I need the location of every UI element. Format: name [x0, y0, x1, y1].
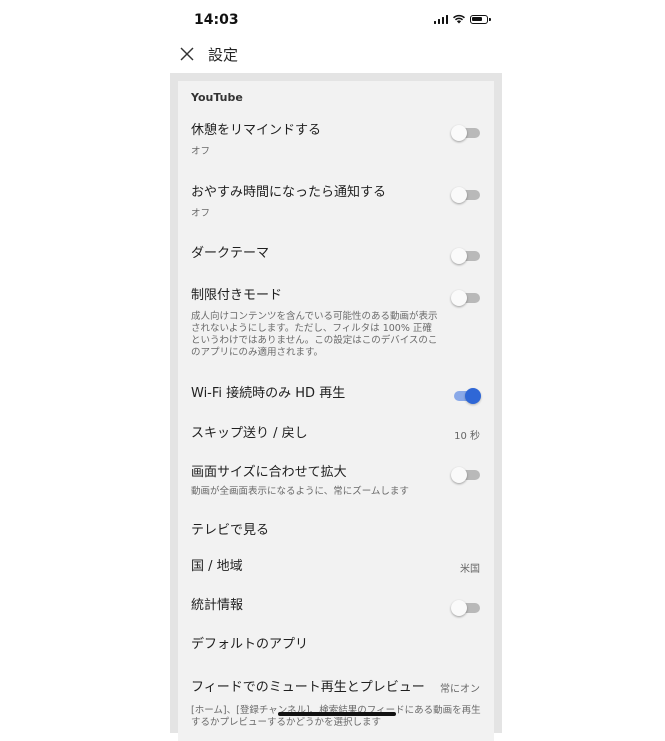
dark-theme-toggle[interactable] [451, 248, 481, 264]
setting-stats-for-nerds[interactable]: 統計情報 [191, 597, 481, 616]
hd-wifi-only-toggle[interactable] [451, 388, 481, 404]
setting-title: 国 / 地域 [191, 559, 243, 574]
setting-muted-playback-in-feeds[interactable]: フィードでのミュート再生とプレビュー 常にオン [ホーム]、[登録チャンネル]、… [191, 679, 481, 729]
setting-title: 休憩をリマインドする [191, 123, 322, 138]
setting-bedtime-reminder[interactable]: おやすみ時間になったら通知する オフ [191, 184, 481, 220]
battery-icon [470, 14, 491, 24]
app-header: 設定 [170, 38, 502, 72]
settings-list: YouTube 休憩をリマインドする オフ おやすみ時間になったら通知する オフ… [178, 81, 494, 741]
setting-value: 米国 [460, 564, 480, 575]
setting-title: 画面サイズに合わせて拡大 [191, 465, 347, 480]
page-title: 設定 [208, 46, 239, 64]
setting-subtitle: オフ [191, 146, 211, 157]
close-icon[interactable] [176, 43, 198, 65]
restricted-mode-toggle[interactable] [451, 290, 481, 306]
bedtime-reminder-toggle[interactable] [451, 187, 481, 203]
setting-title: デフォルトのアプリ [191, 637, 309, 652]
setting-restricted-mode[interactable]: 制限付きモード 成人向けコンテンツを含んでいる可能性のある動画が表示されないよう… [191, 287, 481, 359]
setting-title: 制限付きモード [191, 288, 283, 303]
signal-icon [433, 14, 448, 24]
setting-title: テレビで見る [191, 523, 270, 538]
zoom-to-fill-toggle[interactable] [451, 467, 481, 483]
setting-title: ダークテーマ [191, 246, 270, 261]
setting-dark-theme[interactable]: ダークテーマ [191, 245, 481, 264]
setting-subtitle: オフ [191, 208, 211, 219]
setting-value: 10 秒 [454, 431, 480, 442]
status-bar: 14:03 [170, 0, 502, 40]
stats-toggle[interactable] [451, 600, 481, 616]
status-icons [433, 14, 491, 24]
setting-subtitle: 成人向けコンテンツを含んでいる可能性のある動画が表示されないようにします。ただし… [191, 311, 438, 358]
setting-break-reminder[interactable]: 休憩をリマインドする オフ [191, 122, 481, 158]
setting-value: 常にオン [440, 684, 480, 695]
setting-subtitle: 動画が全画面表示になるように、常にズームします [191, 486, 409, 497]
home-indicator[interactable] [278, 712, 396, 716]
setting-subtitle: [ホーム]、[登録チャンネル]、検索結果のフィードにある動画を再生するかプレビュ… [191, 705, 481, 728]
section-title: YouTube [191, 91, 243, 104]
setting-hd-wifi-only[interactable]: Wi-Fi 接続時のみ HD 再生 [191, 385, 481, 404]
setting-zoom-to-fill[interactable]: 画面サイズに合わせて拡大 動画が全画面表示になるように、常にズームします [191, 464, 481, 498]
settings-panel: YouTube 休憩をリマインドする オフ おやすみ時間になったら通知する オフ… [170, 73, 502, 741]
wifi-icon [453, 14, 465, 24]
setting-title: おやすみ時間になったら通知する [191, 185, 387, 200]
status-time: 14:03 [194, 12, 239, 28]
setting-title: スキップ送り / 戻し [191, 426, 308, 441]
setting-title: 統計情報 [191, 598, 244, 613]
setting-location[interactable]: 国 / 地域 米国 [191, 558, 481, 576]
setting-default-apps[interactable]: デフォルトのアプリ [191, 636, 481, 654]
break-reminder-toggle[interactable] [451, 125, 481, 141]
setting-title: フィードでのミュート再生とプレビュー [191, 680, 425, 695]
setting-watch-on-tv[interactable]: テレビで見る [191, 522, 481, 540]
setting-title: Wi-Fi 接続時のみ HD 再生 [191, 386, 346, 401]
setting-double-tap-seek[interactable]: スキップ送り / 戻し 10 秒 [191, 425, 481, 443]
